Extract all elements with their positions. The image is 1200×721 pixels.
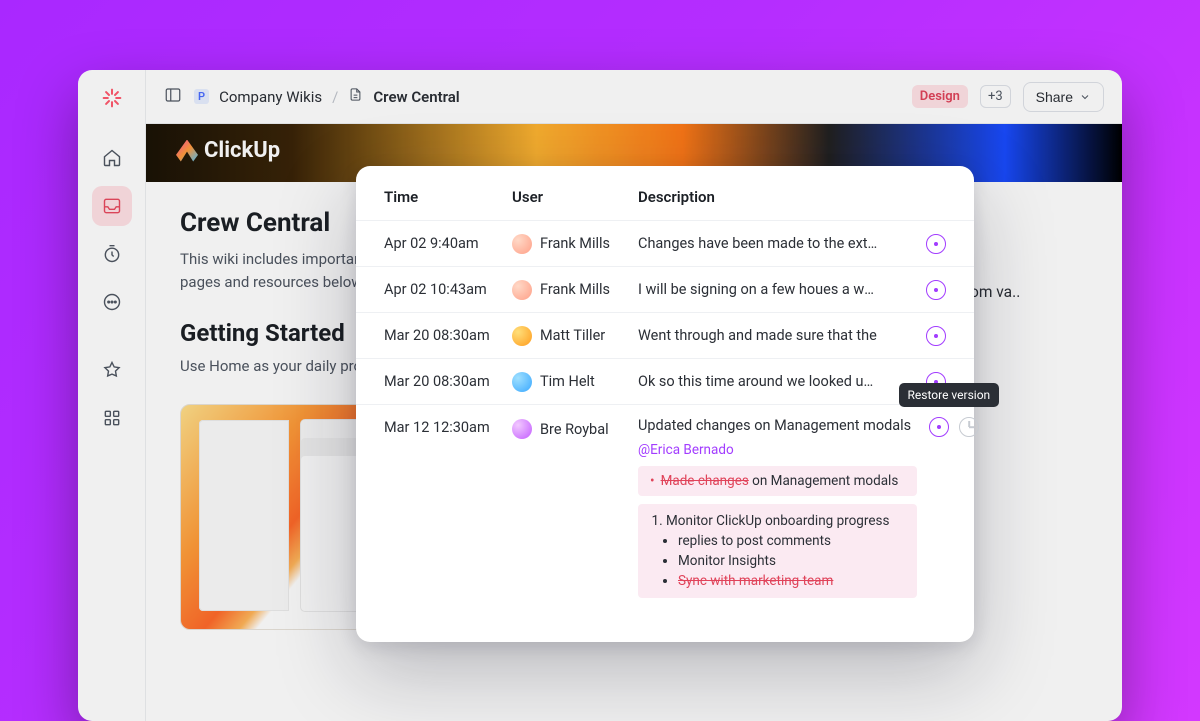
- nav-timer[interactable]: [92, 234, 132, 274]
- version-menu-button[interactable]: [926, 280, 946, 300]
- nav-inbox[interactable]: [92, 186, 132, 226]
- version-user: Matt Tiller: [540, 327, 605, 344]
- nav-more[interactable]: [92, 282, 132, 322]
- share-button[interactable]: Share: [1023, 82, 1104, 112]
- col-header-user: User: [512, 188, 638, 206]
- version-desc: Went through and made sure that the: [638, 327, 884, 344]
- version-user: Frank Mills: [540, 281, 610, 298]
- doc-icon: [348, 87, 363, 106]
- version-desc: Changes have been made to the exterior: [638, 235, 884, 252]
- breadcrumb-space[interactable]: Company Wikis: [219, 88, 322, 106]
- version-history-modal: Time User Description Apr 02 9:40am Fran…: [356, 166, 974, 642]
- panel-toggle-icon[interactable]: [164, 86, 182, 108]
- version-row[interactable]: Mar 20 08:30am Matt Tiller Went through …: [356, 312, 974, 358]
- version-time: Apr 02 10:43am: [384, 281, 512, 298]
- avatar: [512, 280, 532, 300]
- col-header-time: Time: [384, 188, 512, 206]
- avatar: [512, 419, 532, 439]
- diff-bullet-strike: Sync with marketing team: [678, 573, 833, 589]
- version-menu-button[interactable]: [926, 326, 946, 346]
- version-row[interactable]: Mar 20 08:30am Tim Helt Ok so this time …: [356, 358, 974, 404]
- version-user: Bre Roybal: [540, 421, 609, 438]
- share-button-label: Share: [1036, 89, 1073, 105]
- version-detail: @Erica Bernado •Made changes on Manageme…: [638, 434, 917, 598]
- left-rail: [78, 70, 146, 721]
- version-time: Mar 20 08:30am: [384, 327, 512, 344]
- version-time: Mar 20 08:30am: [384, 373, 512, 390]
- diff-bullet: replies to post comments: [678, 531, 905, 551]
- topbar: P Company Wikis / Crew Central Design +3…: [146, 70, 1122, 124]
- version-time: Apr 02 9:40am: [384, 235, 512, 252]
- tag-design[interactable]: Design: [912, 85, 968, 108]
- brand-name: ClickUp: [204, 138, 280, 163]
- modal-header-row: Time User Description: [356, 188, 974, 220]
- avatar: [512, 372, 532, 392]
- version-row[interactable]: Apr 02 9:40am Frank Mills Changes have b…: [356, 220, 974, 266]
- nav-home[interactable]: [92, 138, 132, 178]
- version-menu-button[interactable]: [926, 234, 946, 254]
- avatar: [512, 326, 532, 346]
- breadcrumb: P Company Wikis / Crew Central: [194, 87, 460, 106]
- version-user: Tim Helt: [540, 373, 595, 390]
- diff-rest: on Management modals: [749, 473, 898, 489]
- col-header-desc: Description: [638, 188, 884, 206]
- space-badge: P: [194, 89, 209, 104]
- app-window: P Company Wikis / Crew Central Design +3…: [78, 70, 1122, 721]
- version-time: Mar 12 12:30am: [384, 417, 512, 436]
- version-row[interactable]: Mar 12 12:30am Bre Roybal Updated change…: [356, 404, 974, 620]
- diff-bullet: Monitor Insights: [678, 551, 905, 571]
- app-logo-icon[interactable]: [98, 84, 126, 112]
- version-desc: Updated changes on Management modals: [638, 417, 917, 434]
- version-desc: I will be signing on a few houes a week: [638, 281, 884, 298]
- breadcrumb-doc[interactable]: Crew Central: [373, 88, 459, 106]
- nav-apps[interactable]: [92, 398, 132, 438]
- nav-favorites[interactable]: [92, 350, 132, 390]
- restore-version-button[interactable]: [959, 417, 979, 437]
- version-user: Frank Mills: [540, 235, 610, 252]
- diff-strike: Made changes: [661, 473, 749, 489]
- main-area: P Company Wikis / Crew Central Design +3…: [146, 70, 1122, 721]
- version-desc: Ok so this time around we looked up how: [638, 373, 884, 390]
- diff-block: •Made changes on Management modals: [638, 466, 917, 496]
- chevron-down-icon: [1079, 91, 1091, 103]
- brand-mark-icon: [176, 140, 198, 162]
- restore-tooltip: Restore version: [899, 383, 1000, 407]
- diff-block: Monitor ClickUp onboarding progress repl…: [638, 504, 917, 598]
- mention[interactable]: @Erica Bernado: [638, 438, 917, 466]
- avatar: [512, 234, 532, 254]
- banner-brand: ClickUp: [176, 138, 280, 163]
- members-count-badge[interactable]: +3: [980, 85, 1011, 108]
- version-menu-button[interactable]: [929, 417, 949, 437]
- breadcrumb-separator: /: [332, 88, 338, 106]
- diff-ordered-item: Monitor ClickUp onboarding progress: [666, 511, 905, 531]
- version-row[interactable]: Apr 02 10:43am Frank Mills I will be sig…: [356, 266, 974, 312]
